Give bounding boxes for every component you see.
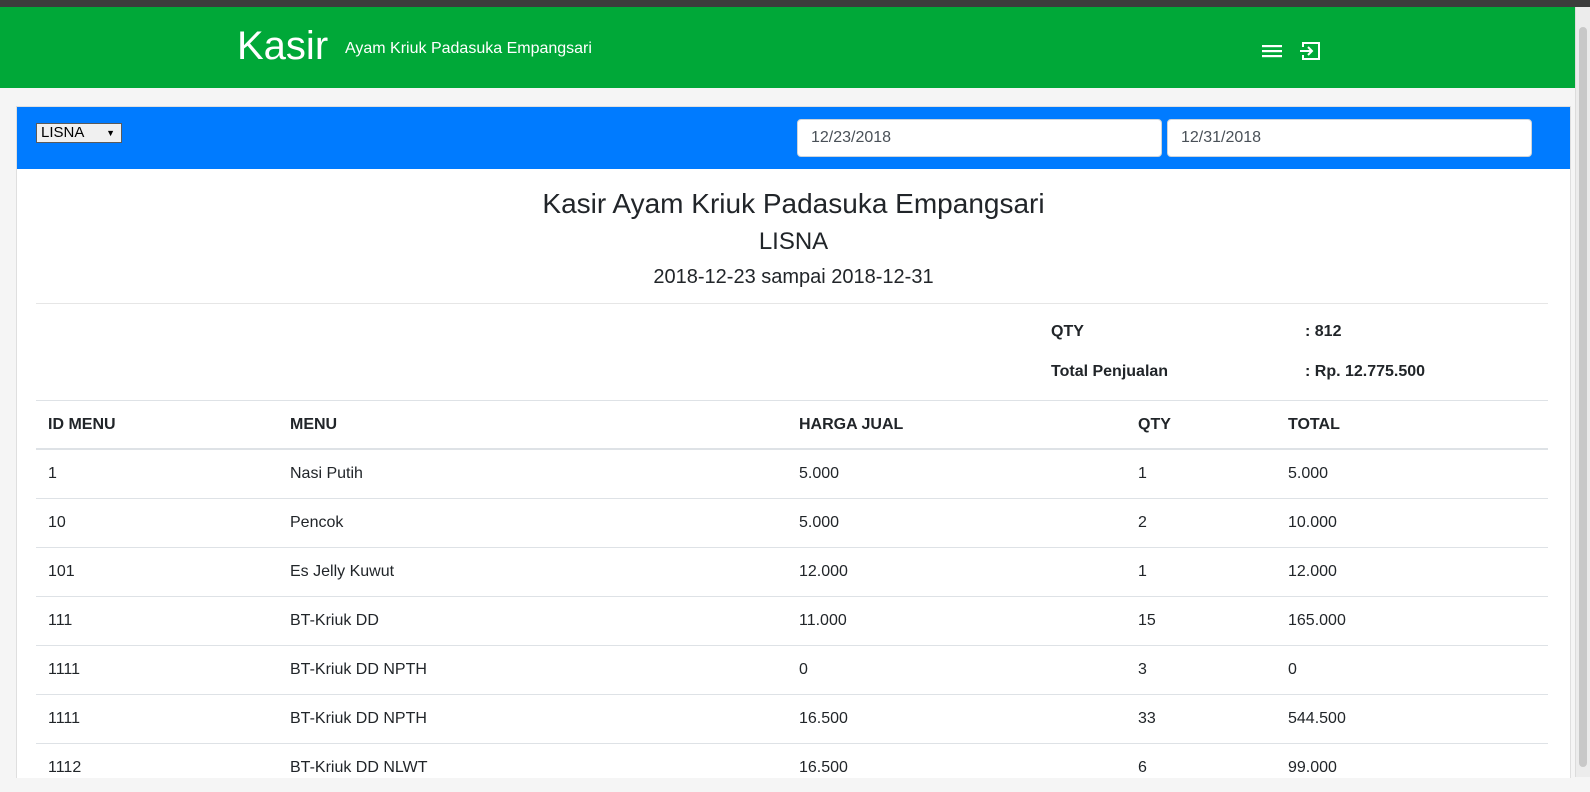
- cell-price: 16.500: [787, 744, 1126, 792]
- cell-qty: 6: [1126, 744, 1276, 792]
- sales-table: ID MENU MENU HARGA JUAL QTY TOTAL 1 Nasi…: [36, 400, 1548, 792]
- scrollbar-thumb[interactable]: [1579, 27, 1587, 767]
- cell-price: 5.000: [787, 449, 1126, 499]
- cell-price: 5.000: [787, 499, 1126, 548]
- cashier-select[interactable]: LISNA ▼: [36, 123, 122, 143]
- summary-qty-value: : 812: [1305, 322, 1341, 342]
- cell-id: 111: [36, 597, 278, 646]
- cell-total: 165.000: [1276, 597, 1548, 646]
- cell-price: 0: [787, 646, 1126, 695]
- cell-qty: 33: [1126, 695, 1276, 744]
- cell-id: 1: [36, 449, 278, 499]
- cell-menu: BT-Kriuk DD: [278, 597, 787, 646]
- summary-total-label: Total Penjualan: [1051, 362, 1168, 382]
- summary-qty-label: QTY: [1051, 322, 1084, 342]
- cell-total: 0: [1276, 646, 1548, 695]
- start-date-input[interactable]: [797, 119, 1162, 157]
- end-date-input[interactable]: [1167, 119, 1532, 157]
- browser-top-strip: [0, 0, 1590, 7]
- cell-menu: BT-Kriuk DD NLWT: [278, 744, 787, 792]
- cell-qty: 15: [1126, 597, 1276, 646]
- brand-title[interactable]: Kasir: [237, 22, 328, 70]
- cell-total: 10.000: [1276, 499, 1548, 548]
- col-header-price: HARGA JUAL: [787, 401, 1126, 450]
- table-header-row: ID MENU MENU HARGA JUAL QTY TOTAL: [36, 401, 1548, 450]
- cell-id: 101: [36, 548, 278, 597]
- col-header-total: TOTAL: [1276, 401, 1548, 450]
- report-title: Kasir Ayam Kriuk Padasuka Empangsari: [17, 186, 1570, 222]
- summary-total-value: : Rp. 12.775.500: [1305, 362, 1425, 382]
- cell-menu: Pencok: [278, 499, 787, 548]
- report-card: LISNA ▼ Kasir Ayam Kriuk Padasuka Empang…: [16, 106, 1571, 778]
- col-header-id: ID MENU: [36, 401, 278, 450]
- report-cashier: LISNA: [17, 227, 1570, 257]
- table-row: 1111 BT-Kriuk DD NPTH 0 3 0: [36, 646, 1548, 695]
- cell-menu: BT-Kriuk DD NPTH: [278, 646, 787, 695]
- cell-menu: Nasi Putih: [278, 449, 787, 499]
- cell-total: 5.000: [1276, 449, 1548, 499]
- cell-price: 12.000: [787, 548, 1126, 597]
- divider: [36, 303, 1548, 304]
- cell-id: 1111: [36, 695, 278, 744]
- col-header-qty: QTY: [1126, 401, 1276, 450]
- cell-qty: 1: [1126, 548, 1276, 597]
- navbar: Kasir Ayam Kriuk Padasuka Empangsari: [0, 7, 1590, 88]
- table-row: 101 Es Jelly Kuwut 12.000 1 12.000: [36, 548, 1548, 597]
- chevron-down-icon: ▼: [106, 129, 115, 138]
- cell-total: 12.000: [1276, 548, 1548, 597]
- logout-icon[interactable]: [1298, 38, 1324, 64]
- brand-subtitle: Ayam Kriuk Padasuka Empangsari: [345, 39, 592, 59]
- cell-price: 16.500: [787, 695, 1126, 744]
- cell-id: 1111: [36, 646, 278, 695]
- report-date-range: 2018-12-23 sampai 2018-12-31: [17, 264, 1570, 290]
- menu-icon[interactable]: [1259, 38, 1285, 64]
- table-row: 1 Nasi Putih 5.000 1 5.000: [36, 449, 1548, 499]
- page-scrollbar[interactable]: [1575, 7, 1590, 777]
- table-row: 1112 BT-Kriuk DD NLWT 16.500 6 99.000: [36, 744, 1548, 792]
- table-row: 111 BT-Kriuk DD 11.000 15 165.000: [36, 597, 1548, 646]
- cell-total: 99.000: [1276, 744, 1548, 792]
- cell-id: 1112: [36, 744, 278, 792]
- table-row: 1111 BT-Kriuk DD NPTH 16.500 33 544.500: [36, 695, 1548, 744]
- cell-id: 10: [36, 499, 278, 548]
- cell-menu: BT-Kriuk DD NPTH: [278, 695, 787, 744]
- cell-qty: 2: [1126, 499, 1276, 548]
- cell-price: 11.000: [787, 597, 1126, 646]
- cell-total: 544.500: [1276, 695, 1548, 744]
- cell-qty: 3: [1126, 646, 1276, 695]
- table-row: 10 Pencok 5.000 2 10.000: [36, 499, 1548, 548]
- cell-menu: Es Jelly Kuwut: [278, 548, 787, 597]
- cashier-select-value: LISNA: [41, 124, 84, 141]
- cell-qty: 1: [1126, 449, 1276, 499]
- col-header-menu: MENU: [278, 401, 787, 450]
- filter-bar: LISNA ▼: [17, 107, 1570, 169]
